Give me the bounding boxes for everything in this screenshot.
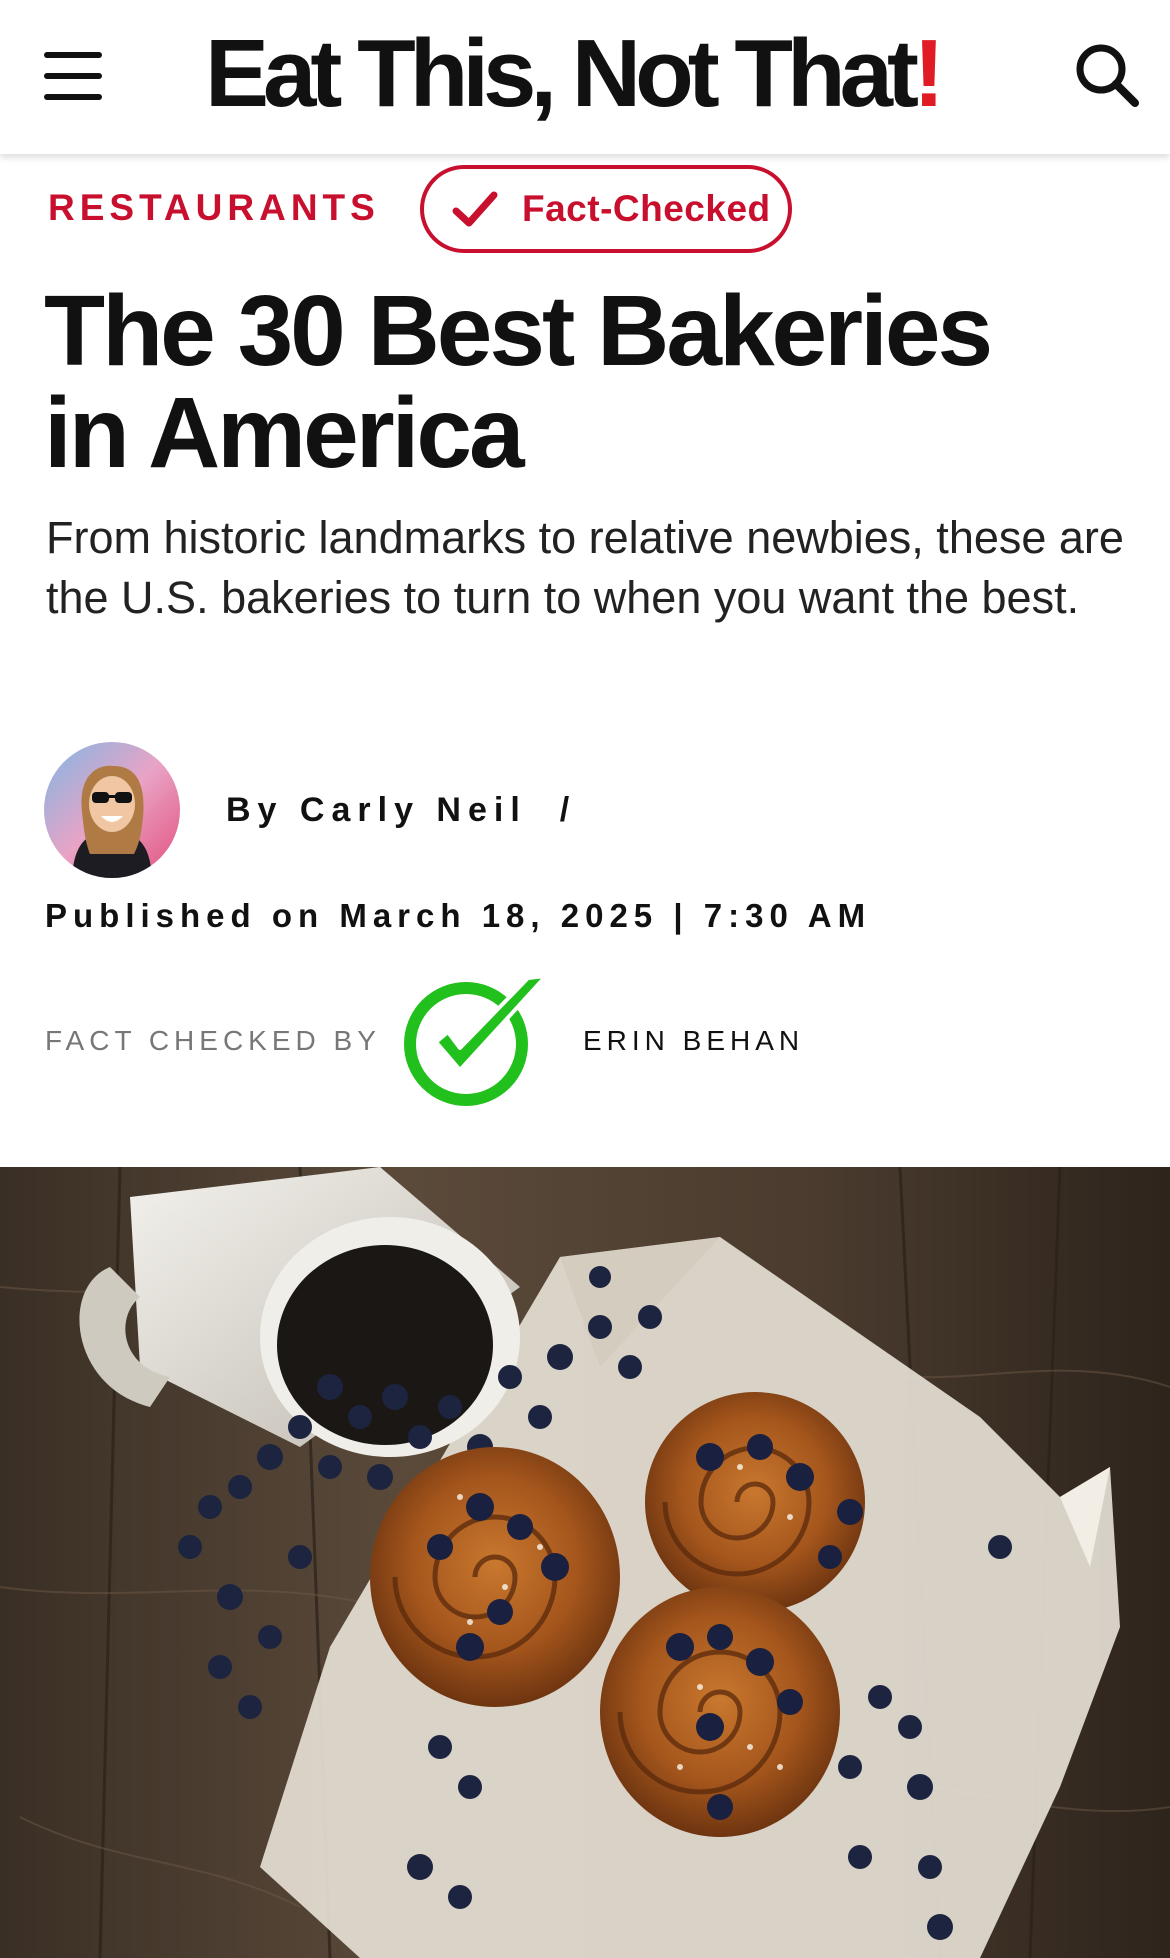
byline-separator: / xyxy=(559,791,577,829)
search-icon[interactable] xyxy=(1072,40,1142,110)
byline: By Carly Neil / xyxy=(226,790,576,830)
article-headline: The 30 Best Bakeries in America xyxy=(44,280,1124,484)
logo-exclamation-mark: ! xyxy=(913,20,945,127)
author-avatar[interactable] xyxy=(44,742,180,878)
site-header: Eat This, Not That! xyxy=(0,0,1170,154)
byline-prefix: By xyxy=(226,791,284,829)
hamburger-menu-icon[interactable] xyxy=(40,48,106,104)
published-date: March 18, 2025 xyxy=(339,897,659,934)
headline-line-1: The 30 Best Bakeries xyxy=(44,275,993,387)
category-link[interactable]: RESTAURANTS xyxy=(48,188,380,228)
published-time: 7:30 AM xyxy=(703,897,872,934)
site-logo[interactable]: Eat This, Not That! xyxy=(205,24,1005,124)
checkmark-icon xyxy=(452,191,498,227)
fact-checker-name-link[interactable]: ERIN BEHAN xyxy=(583,1025,804,1057)
fact-check-green-check-icon xyxy=(404,974,548,1106)
article-subhead: From historic landmarks to relative newb… xyxy=(46,512,1124,623)
headline-line-2: in America xyxy=(44,377,525,489)
published-separator: | xyxy=(673,897,689,934)
fact-checked-badge[interactable]: Fact-Checked xyxy=(420,165,792,253)
author-name-link[interactable]: Carly Neil xyxy=(300,791,527,829)
fact-checked-by-label: FACT CHECKED BY xyxy=(45,1025,381,1056)
fact-checked-label: Fact-Checked xyxy=(522,188,771,229)
publish-info: Published on March 18, 2025 | 7:30 AM xyxy=(45,896,871,936)
published-label: Published on xyxy=(45,897,325,934)
logo-text: Eat This, Not That xyxy=(205,20,919,127)
hero-image xyxy=(0,1167,1170,1958)
